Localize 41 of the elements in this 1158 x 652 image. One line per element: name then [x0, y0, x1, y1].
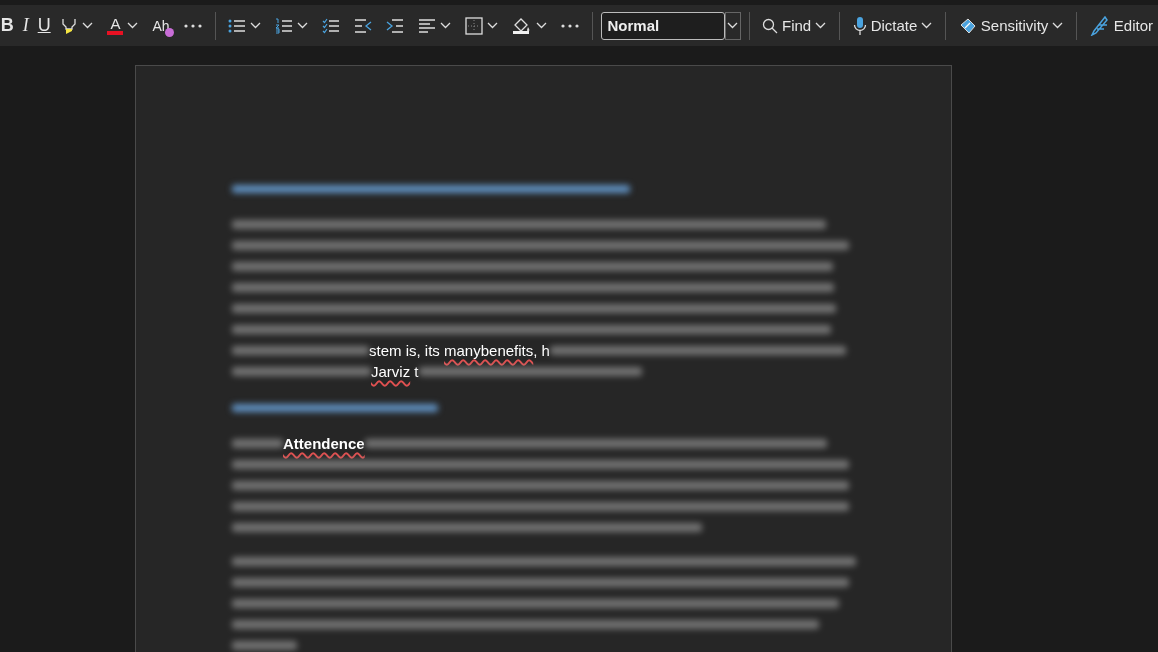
bulleted-list-icon: [228, 17, 246, 34]
chevron-icon: [815, 22, 827, 29]
pen-icon: [1089, 15, 1110, 36]
chevron-icon: [921, 22, 933, 29]
underline-button[interactable]: U: [36, 10, 52, 41]
decrease-indent-icon: [354, 17, 372, 34]
increase-indent-icon: [386, 17, 404, 34]
search-icon: [762, 17, 778, 34]
document-text: stem is, its manybenefits, h: [369, 342, 550, 359]
document-text: Jarviz t: [371, 363, 419, 380]
blurred-text: [232, 641, 297, 650]
chevron-icon: [487, 22, 498, 29]
chevron-icon: [127, 22, 139, 29]
highlighter-icon: [60, 16, 79, 35]
italic-button[interactable]: I: [18, 10, 33, 41]
chevron-icon: [297, 22, 308, 29]
chevron-icon: [536, 22, 547, 29]
style-dropdown-button[interactable]: [724, 11, 741, 40]
blurred-text: [232, 439, 283, 448]
bold-button[interactable]: B: [0, 10, 15, 41]
more-icon: [183, 23, 202, 28]
chevron-icon: [727, 22, 738, 29]
find-button[interactable]: Find: [757, 10, 832, 41]
dictate-button[interactable]: Dictate: [847, 10, 938, 41]
editor-button[interactable]: Editor: [1084, 10, 1158, 41]
document-text: Attendence: [283, 435, 365, 452]
chevron-icon: [82, 22, 94, 29]
paint-bucket-icon: [512, 16, 532, 35]
chevron-icon: [1052, 22, 1064, 29]
chevron-icon: [250, 22, 261, 29]
checklist-icon: [322, 17, 340, 34]
microphone-icon: [852, 15, 867, 36]
tag-icon: [958, 16, 977, 35]
more-icon: [561, 23, 579, 28]
sensitivity-button[interactable]: Sensitivity: [953, 10, 1069, 41]
numbered-list-icon: [275, 17, 293, 34]
chevron-icon: [440, 22, 451, 29]
font-color-button[interactable]: A: [102, 10, 144, 41]
borders-icon: [465, 16, 483, 35]
style-field[interactable]: Normal: [600, 11, 725, 40]
align-left-icon: [418, 18, 436, 33]
